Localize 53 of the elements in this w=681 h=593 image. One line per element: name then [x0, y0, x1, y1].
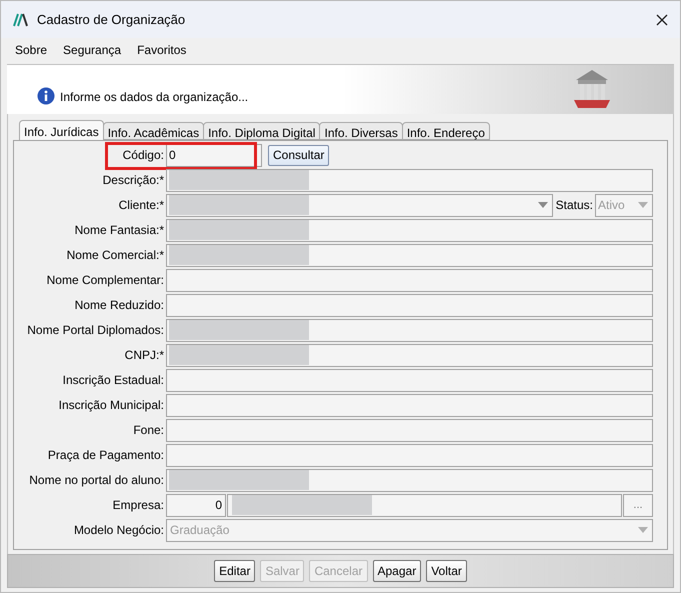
window-title: Cadastro de Organização [37, 10, 186, 29]
action-button[interactable]: Voltar [426, 560, 467, 582]
tab[interactable]: Info. Acadêmicas [102, 122, 204, 140]
text-field[interactable] [166, 444, 653, 467]
menu-item[interactable]: Sobre [15, 41, 48, 59]
text-field[interactable] [166, 294, 653, 317]
action-button[interactable]: Editar [214, 560, 256, 582]
text-field[interactable] [166, 244, 653, 267]
tab[interactable]: Info. Jurídicas [19, 120, 104, 140]
status-label: Status: [556, 197, 593, 214]
company-code-field[interactable]: 0 [166, 494, 226, 517]
app-logo-icon [13, 12, 29, 26]
header-message: Informe os dados da organização... [60, 88, 248, 106]
field-label: Modelo Negócio: [74, 522, 164, 540]
field-label: Nome Portal Diplomados: [27, 322, 164, 340]
field-label: Cliente:* [118, 197, 164, 214]
menu-item[interactable]: Favoritos [137, 41, 186, 59]
text-field[interactable] [166, 468, 653, 492]
text-field[interactable] [166, 318, 653, 342]
text-field[interactable] [166, 368, 653, 392]
field-label: Código: [122, 147, 164, 164]
field-label: Descrição:* [102, 172, 164, 190]
field-label: Fone: [133, 422, 164, 440]
action-button[interactable]: Apagar [372, 560, 422, 582]
field-label: Empresa: [112, 497, 164, 514]
dropdown-caret-icon [538, 202, 548, 208]
dropdown-caret-icon [638, 527, 648, 534]
text-field[interactable] [166, 394, 653, 417]
tab[interactable]: Info. Diversas [319, 122, 403, 140]
text-field[interactable] [166, 268, 653, 292]
field-label: Praça de Pagamento: [48, 447, 164, 464]
field-label: Nome Complementar: [46, 272, 164, 290]
menu-item[interactable]: Segurança [63, 41, 122, 59]
field-label: Nome Fantasia:* [74, 222, 164, 240]
field-label: Nome Comercial:* [66, 247, 164, 264]
field-label: Inscrição Municipal: [58, 397, 164, 414]
company-name-field[interactable] [227, 494, 622, 517]
text-field[interactable] [166, 168, 653, 192]
field-label: Nome Reduzido: [74, 297, 164, 314]
text-field[interactable] [166, 344, 653, 367]
tab[interactable]: Info. Endereço [402, 122, 490, 140]
browse-button[interactable]: ... [623, 494, 653, 517]
consult-button[interactable]: Consultar [268, 144, 330, 166]
field-label: Nome no portal do aluno: [29, 472, 164, 490]
field-label: Inscrição Estadual: [62, 372, 164, 390]
field-label: CNPJ:* [124, 347, 164, 364]
dropdown-caret-icon [638, 202, 648, 208]
text-field[interactable] [166, 418, 653, 442]
text-field[interactable] [166, 218, 653, 242]
close-icon[interactable] [656, 14, 668, 26]
client-select[interactable] [166, 194, 553, 217]
info-icon [37, 86, 55, 105]
tab[interactable]: Info. Diploma Digital [203, 122, 320, 140]
